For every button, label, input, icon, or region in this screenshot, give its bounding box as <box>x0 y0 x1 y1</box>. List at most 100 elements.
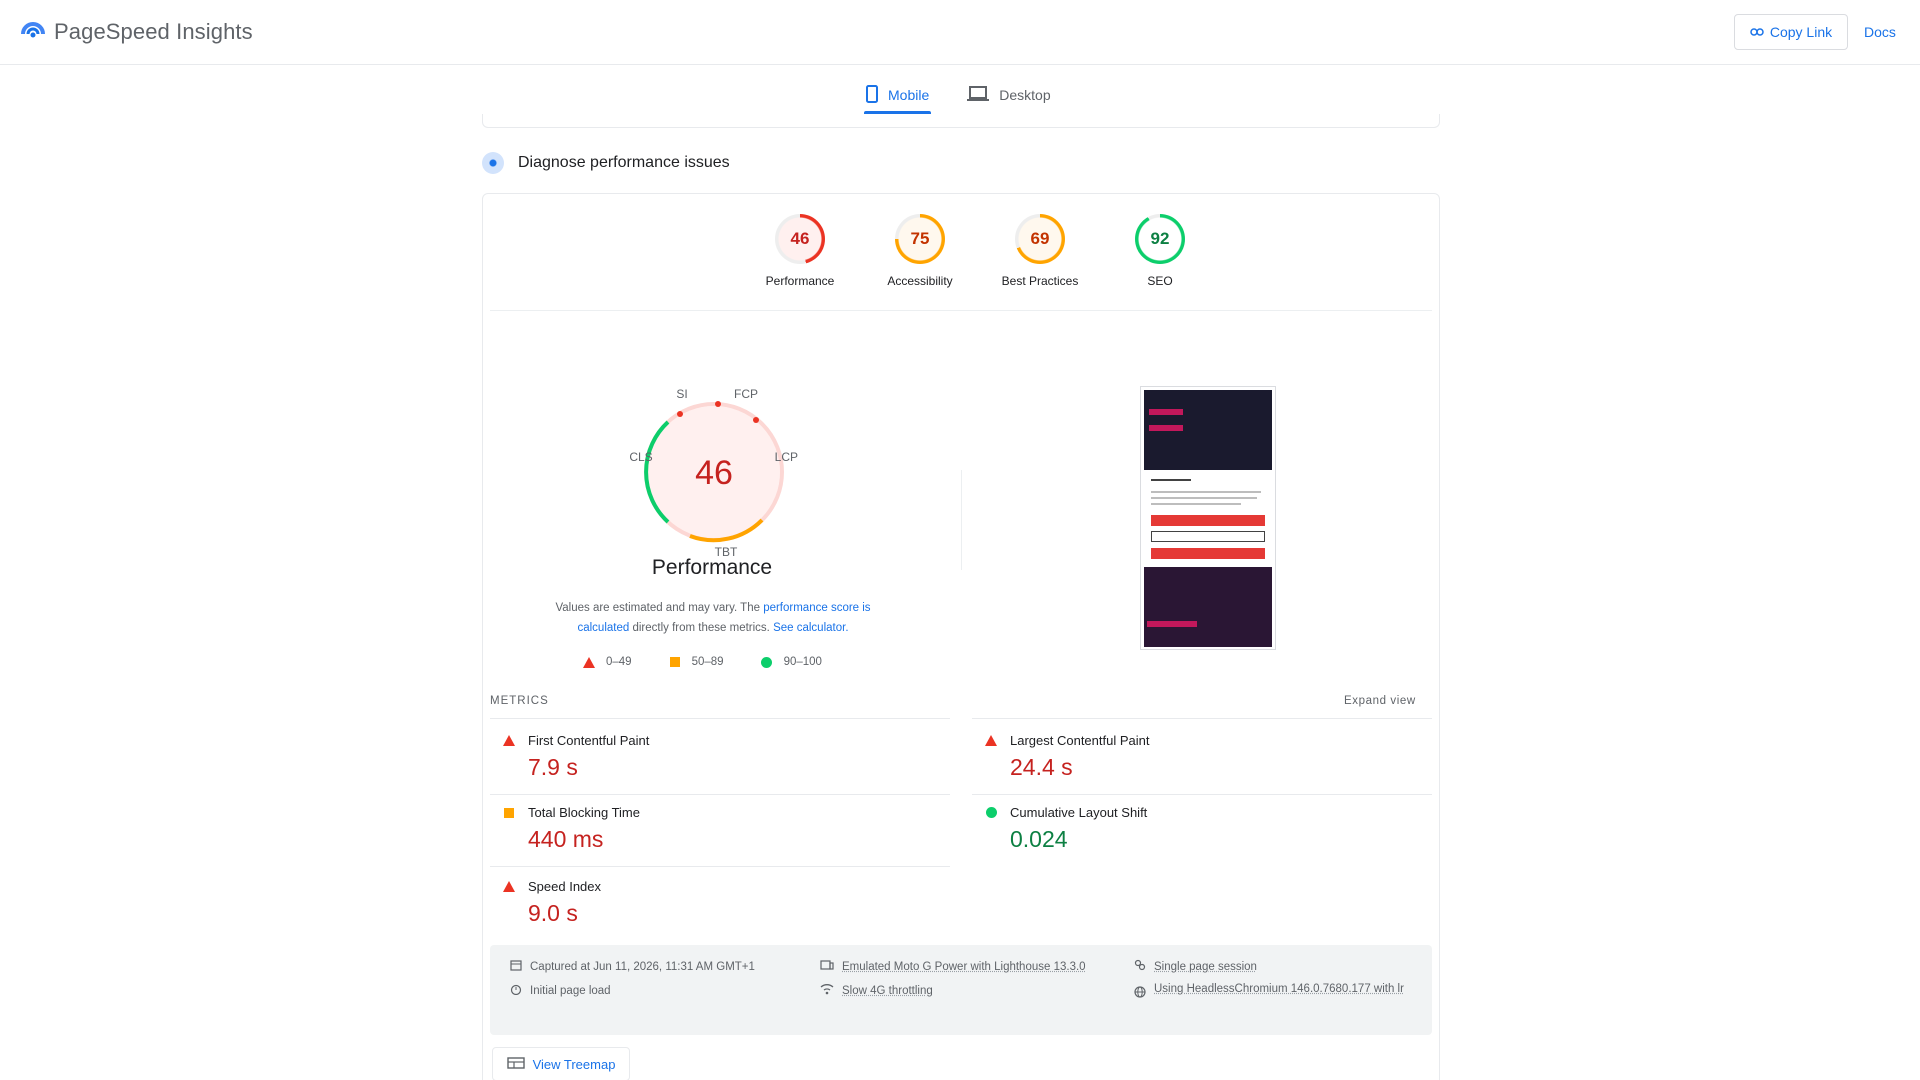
previous-card-edge <box>482 114 1440 128</box>
performance-gauge: 46 SI FCP LCP CLS TBT <box>622 380 806 564</box>
runtime-captured: Captured at Jun 11, 2026, 11:31 AM GMT+1 <box>510 959 755 974</box>
metric-divider <box>490 866 950 867</box>
legend-fail: 0–49 <box>582 656 632 668</box>
metric-divider <box>490 718 950 719</box>
expand-view-toggle[interactable]: Expand view <box>1344 695 1416 707</box>
metric-lcp: Largest Contentful Paint 24.4 s <box>984 733 1424 781</box>
metric-fcp-name: First Contentful Paint <box>528 733 649 748</box>
runtime-initial-load: Initial page load <box>510 983 611 998</box>
treemap-icon <box>507 1057 525 1072</box>
gauge-label-fcp: FCP <box>734 387 758 401</box>
metric-tbt-name: Total Blocking Time <box>528 805 640 820</box>
orange-square-icon <box>668 657 682 667</box>
runtime-session[interactable]: Single page session <box>1134 959 1257 974</box>
metric-lcp-name: Largest Contentful Paint <box>1010 733 1149 748</box>
metric-divider <box>972 794 1432 795</box>
final-screenshot-thumbnail[interactable] <box>1140 386 1276 650</box>
view-treemap-label: View Treemap <box>533 1057 616 1072</box>
runtime-captured-text: Captured at Jun 11, 2026, 11:31 AM GMT+1 <box>530 961 755 973</box>
runtime-device-text: Emulated Moto G Power with Lighthouse 13… <box>842 961 1086 973</box>
metrics-heading: METRICS <box>490 695 549 707</box>
thumb-tag <box>1149 409 1183 415</box>
si-marker <box>677 411 683 417</box>
metric-cls: Cumulative Layout Shift 0.024 <box>984 805 1424 853</box>
calendar-icon <box>510 959 522 974</box>
metric-si: Speed Index 9.0 s <box>502 879 942 927</box>
timer-icon <box>510 983 522 998</box>
diagnose-heading: Diagnose performance issues <box>482 152 730 174</box>
note-text-1: Values are estimated and may vary. The <box>555 602 763 614</box>
gauge-accessibility[interactable]: 75 Accessibility <box>860 214 980 288</box>
fail-triangle-icon <box>502 881 516 892</box>
gauge-best-practices-label: Best Practices <box>1002 274 1079 288</box>
runtime-browser-text: Using HeadlessChromium 146.0.7680.177 wi… <box>1154 977 1404 1001</box>
app-title: PageSpeed Insights <box>54 19 253 45</box>
gauge-divider <box>490 310 1432 311</box>
thumb-line <box>1151 503 1241 505</box>
view-treemap-button[interactable]: View Treemap <box>492 1047 630 1080</box>
note-text-2: directly from these metrics. <box>629 622 773 634</box>
green-circle-icon <box>760 657 774 668</box>
performance-title: Performance <box>562 556 862 580</box>
device-tabs: Mobile Desktop <box>864 76 1053 114</box>
pagespeed-logo-icon <box>20 18 46 45</box>
tab-mobile-label: Mobile <box>888 87 929 103</box>
tab-desktop[interactable]: Desktop <box>965 76 1052 114</box>
metric-fcp: First Contentful Paint 7.9 s <box>502 733 942 781</box>
metric-divider <box>972 718 1432 719</box>
runtime-device[interactable]: Emulated Moto G Power with Lighthouse 13… <box>820 959 1086 974</box>
top-bar: PageSpeed Insights Copy Link Docs <box>0 0 1920 65</box>
average-square-icon <box>502 808 516 818</box>
thumb-reject-button <box>1151 548 1265 559</box>
brand[interactable]: PageSpeed Insights <box>20 18 253 45</box>
score-legend: 0–49 50–89 90–100 <box>582 656 822 668</box>
legend-average-range: 50–89 <box>692 656 724 668</box>
runtime-throttling[interactable]: Slow 4G throttling <box>820 983 933 998</box>
category-gauges: 46 Performance 75 Accessibility 69 Best … <box>740 214 1220 288</box>
runtime-browser[interactable]: Using HeadlessChromium 146.0.7680.177 wi… <box>1134 977 1424 1007</box>
metric-si-name: Speed Index <box>528 879 601 894</box>
fail-triangle-icon <box>502 735 516 746</box>
gauge-label-si: SI <box>676 387 687 401</box>
diagnose-lab-icon <box>482 152 504 174</box>
thumb-line <box>1151 479 1191 481</box>
metric-tbt-value: 440 ms <box>528 826 942 853</box>
tab-mobile[interactable]: Mobile <box>864 76 931 114</box>
gauge-performance-label: Performance <box>766 274 835 288</box>
gauge-performance[interactable]: 46 Performance <box>740 214 860 288</box>
thumb-line <box>1151 491 1261 493</box>
metric-divider <box>490 794 950 795</box>
thumb-settings-button <box>1151 531 1265 542</box>
fail-triangle-icon <box>984 735 998 746</box>
runtime-session-text: Single page session <box>1154 961 1257 973</box>
metric-si-value: 9.0 s <box>528 900 942 927</box>
session-icon <box>1134 959 1146 974</box>
smartphone-icon <box>866 85 878 106</box>
copy-link-label: Copy Link <box>1770 24 1832 40</box>
runtime-throttling-text: Slow 4G throttling <box>842 985 933 997</box>
metric-tbt: Total Blocking Time 440 ms <box>502 805 942 853</box>
copy-link-button[interactable]: Copy Link <box>1734 14 1848 50</box>
gauge-seo[interactable]: 92 SEO <box>1100 214 1220 288</box>
runtime-initial-load-text: Initial page load <box>530 985 611 997</box>
vertical-divider <box>961 470 962 570</box>
see-calculator-link[interactable]: See calculator. <box>773 622 848 634</box>
metric-fcp-value: 7.9 s <box>528 754 942 781</box>
gauge-performance-score: 46 <box>775 214 825 264</box>
wifi-icon <box>820 983 834 998</box>
thumb-accept-button <box>1151 515 1265 526</box>
thumb-tag-3 <box>1147 621 1197 627</box>
metric-lcp-value: 24.4 s <box>1010 754 1424 781</box>
gauge-label-lcp: LCP <box>775 450 798 464</box>
gauge-best-practices[interactable]: 69 Best Practices <box>980 214 1100 288</box>
gauge-seo-score: 92 <box>1135 214 1185 264</box>
gauge-accessibility-label: Accessibility <box>887 274 952 288</box>
device-icon <box>820 959 834 974</box>
gauge-best-practices-score: 69 <box>1015 214 1065 264</box>
legend-fail-range: 0–49 <box>606 656 632 668</box>
thumb-line <box>1151 497 1257 499</box>
metric-cls-name: Cumulative Layout Shift <box>1010 805 1147 820</box>
docs-link[interactable]: Docs <box>1864 24 1896 40</box>
tab-desktop-label: Desktop <box>999 87 1050 103</box>
performance-note: Values are estimated and may vary. The p… <box>530 598 896 638</box>
